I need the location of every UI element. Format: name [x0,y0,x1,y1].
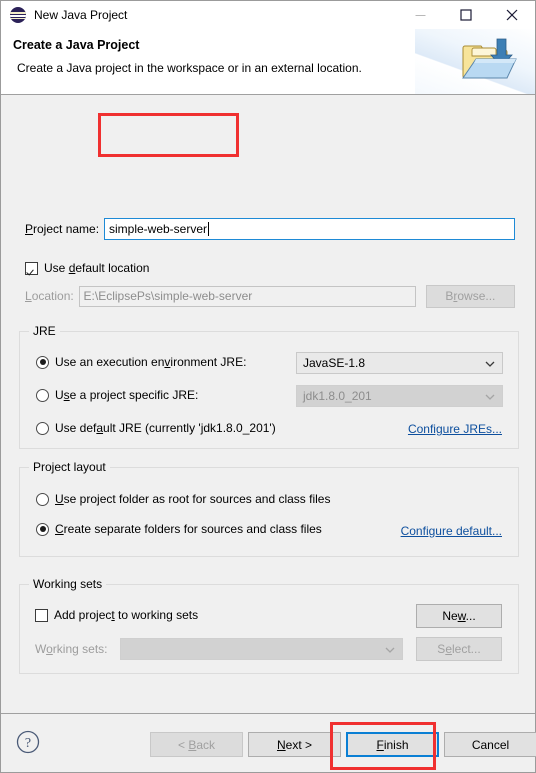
jre-execution-environment-label: Use an execution environment JRE: [55,355,247,369]
layout-option-separate-folders[interactable]: Create separate folders for sources and … [36,522,322,536]
new-working-set-label: New... [442,609,476,623]
window-title: New Java Project [34,8,128,22]
layout-project-folder-root-label: Use project folder as root for sources a… [55,492,331,506]
configure-jres-link[interactable]: Configure JREs... [408,422,502,436]
jre-option-project-specific[interactable]: Use a project specific JRE: [36,388,198,402]
layout-project-folder-root-radio[interactable] [36,492,49,506]
project-layout-group: Project layout Use project folder as roo… [19,460,519,557]
layout-option-project-folder-root[interactable]: Use project folder as root for sources a… [36,492,330,506]
project-name-value: simple-web-server [109,222,208,236]
new-java-project-folder-icon [461,37,517,87]
cancel-button[interactable]: Cancel [444,732,536,757]
location-row: Location: E:\EclipsePs\simple-web-server… [25,284,515,308]
jre-option-execution-environment[interactable]: Use an execution environment JRE: [36,355,246,369]
dialog-footer: ? < Back Next > Finish Cancel [1,713,536,772]
finish-button[interactable]: Finish [346,732,439,757]
location-input[interactable]: E:\EclipsePs\simple-web-server [78,285,416,307]
jre-group-title: JRE [29,324,60,338]
browse-button[interactable]: Browse... [425,284,515,308]
page-description: Create a Java project in the workspace o… [17,61,362,75]
jre-default-label: Use default JRE (currently 'jdk1.8.0_201… [55,421,276,435]
dialog-body: Project name: simple-web-server Use defa… [1,95,535,713]
jre-default-radio[interactable] [36,421,49,435]
add-to-working-sets-label: Add project to working sets [54,608,199,622]
svg-text:?: ? [25,736,31,751]
configure-default-link[interactable]: Configure default... [401,524,502,538]
jre-project-specific-value: jdk1.8.0_201 [303,389,372,403]
working-sets-group-title: Working sets [29,577,107,591]
use-default-location-label: Use default location [44,261,150,275]
text-caret [208,222,210,236]
project-name-row: Project name: simple-web-server [25,217,515,241]
page-title: Create a Java Project [13,38,140,52]
working-sets-group: Working sets Add project to working sets… [19,577,519,674]
back-button[interactable]: < Back [150,732,243,757]
use-default-location-checkbox[interactable] [25,261,38,275]
chevron-down-icon [385,642,395,656]
jre-execution-environment-combo[interactable]: JavaSE-1.8 [296,352,503,374]
next-button-label: Next > [276,737,313,752]
window-controls [397,1,535,29]
jre-project-specific-label: Use a project specific JRE: [55,388,199,402]
eclipse-logo-icon [10,7,26,23]
working-sets-label: Working sets: [35,642,108,656]
layout-separate-folders-radio[interactable] [36,522,49,536]
jre-group: JRE Use an execution environment JRE: Ja… [19,324,519,449]
layout-separate-folders-label: Create separate folders for sources and … [55,522,322,536]
wizard-banner: Create a Java Project Create a Java proj… [1,29,535,95]
chevron-down-icon [485,389,495,403]
select-working-set-button[interactable]: Select... [416,637,502,661]
chevron-down-icon [485,356,495,370]
help-question-icon[interactable]: ? [16,730,40,754]
working-sets-select-row: Working sets: [35,638,403,660]
select-working-set-label: Select... [437,642,481,656]
jre-execution-environment-radio[interactable] [36,355,49,369]
cancel-button-label: Cancel [471,737,510,752]
location-value: E:\EclipsePs\simple-web-server [83,289,253,303]
project-name-input[interactable]: simple-web-server [104,218,515,240]
add-to-working-sets-row[interactable]: Add project to working sets [35,608,198,622]
jre-project-specific-combo[interactable]: jdk1.8.0_201 [296,385,503,407]
project-layout-group-title: Project layout [29,460,110,474]
minimize-icon[interactable] [397,1,443,29]
use-default-location-row[interactable]: Use default location [25,261,149,275]
jre-project-specific-radio[interactable] [36,388,49,402]
jre-execution-environment-value: JavaSE-1.8 [303,356,366,370]
location-label: Location: [25,289,74,303]
maximize-icon[interactable] [443,1,489,29]
title-bar: New Java Project [1,1,535,29]
browse-button-label: Browse... [445,289,496,303]
project-name-label: Project name: [25,222,100,236]
new-java-project-dialog: New Java Project Create a Java Project C… [0,0,536,773]
finish-button-label: Finish [376,737,409,752]
jre-option-default[interactable]: Use default JRE (currently 'jdk1.8.0_201… [36,421,276,435]
next-button[interactable]: Next > [248,732,341,757]
new-working-set-button[interactable]: New... [416,604,502,628]
back-button-label: < Back [177,737,216,752]
close-icon[interactable] [489,1,535,29]
add-to-working-sets-checkbox[interactable] [35,608,48,622]
working-sets-combo[interactable] [120,638,403,660]
